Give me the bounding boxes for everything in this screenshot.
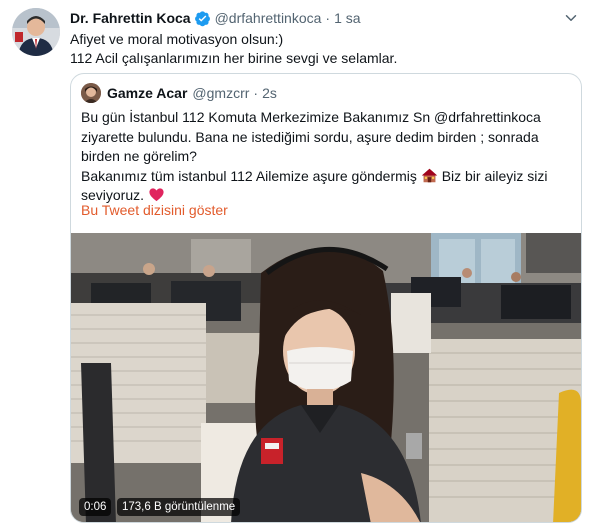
separator-dot: · (325, 10, 331, 26)
tweet-text-line: Afiyet ve moral motivasyon olsun:) (70, 31, 284, 47)
quoted-text-line: Bu gün İstanbul 112 Komuta Merkezimize B… (81, 109, 541, 125)
video-player[interactable]: 0:06 173,6 B görüntülenme (71, 233, 581, 522)
quoted-text-segment: Biz bir aileyiz sizi (441, 167, 548, 184)
tweet-text-line: 112 Acil çalışanlarımızın her birine sev… (70, 50, 398, 66)
author-avatar[interactable] (12, 8, 60, 56)
quoted-author-handle: @gmzcrr (192, 85, 250, 101)
quoted-text-line: ziyarette bulundu. Bana ne istediğimi so… (81, 128, 539, 145)
author-handle[interactable]: @drfahrettinkoca (215, 10, 322, 26)
quoted-text-line: birden ne görelim? (81, 148, 197, 164)
quoted-tweet-header: Gamze Acar @gmzcrr · 2s (81, 83, 277, 103)
quoted-text-line-with-emoji: Bakanımız tüm istanbul 112 Ailemize aşur… (81, 167, 576, 187)
show-thread-link[interactable]: Bu Tweet dizisini göster (81, 202, 228, 218)
house-emoji-icon (421, 168, 437, 182)
video-view-count: 173,6 B görüntülenme (117, 498, 241, 516)
chevron-down-icon[interactable] (562, 9, 580, 27)
quoted-author-avatar (81, 83, 101, 103)
red-heart-emoji-icon (149, 188, 164, 202)
tweet-header: Dr. Fahrettin Koca @drfahrettinkoca · 1 … (70, 8, 580, 28)
author-name[interactable]: Dr. Fahrettin Koca (70, 10, 191, 26)
tweet-timestamp[interactable]: 1 sa (334, 10, 360, 26)
quoted-avatar-image (81, 83, 101, 103)
tweet-text: Afiyet ve moral motivasyon olsun:) 112 A… (70, 30, 580, 68)
quoted-tweet-card[interactable]: Gamze Acar @gmzcrr · 2s Bu gün İstanbul … (70, 73, 582, 523)
verified-badge-icon (194, 10, 210, 26)
quoted-tweet-text: Bu gün İstanbul 112 Komuta Merkezimize B… (81, 108, 576, 206)
video-frame (71, 233, 581, 522)
quoted-text-segment: Bakanımız tüm istanbul 112 Ailemize aşur… (81, 167, 417, 184)
separator-dot: · (253, 85, 259, 101)
author-avatar-image (12, 8, 60, 56)
video-duration: 0:06 (79, 498, 112, 516)
quoted-timestamp: 2s (262, 85, 277, 101)
quoted-text-segment: seviyoruz. (81, 187, 145, 203)
quoted-author-name: Gamze Acar (107, 85, 188, 101)
